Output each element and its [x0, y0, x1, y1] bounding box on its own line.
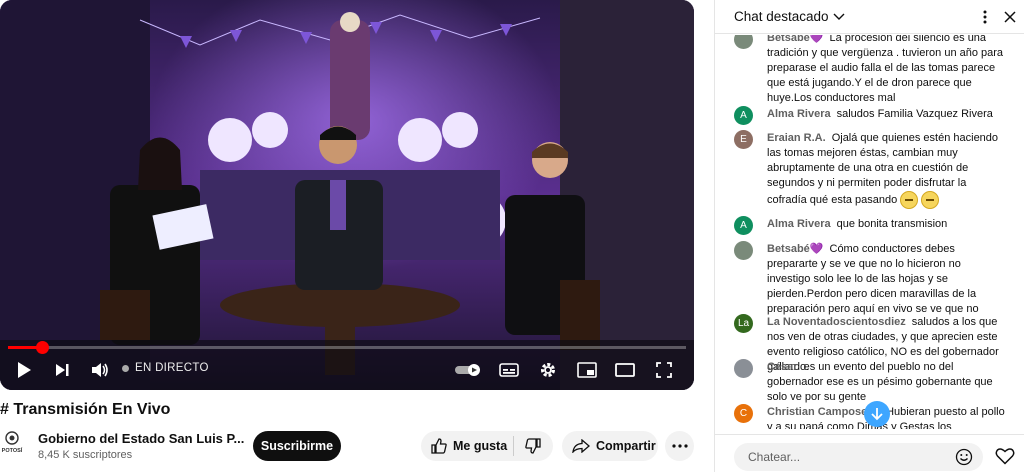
captions-icon	[499, 363, 519, 377]
youtube-live-page: EN DIRECTO # Transmisión En Vivo POTOSÍ …	[0, 0, 1024, 472]
player-controls: EN DIRECTO	[0, 341, 694, 390]
play-button[interactable]	[14, 358, 34, 382]
channel-logo: POTOSÍ	[2, 431, 23, 454]
emoji-icon[interactable]	[955, 448, 973, 466]
subscribe-button[interactable]: Suscribirme	[253, 431, 341, 461]
autoplay-toggle[interactable]	[454, 358, 482, 382]
next-button[interactable]	[52, 358, 72, 382]
more-actions-button[interactable]	[665, 431, 694, 461]
settings-button[interactable]	[538, 358, 558, 382]
chat-messages[interactable]: Betsabé💜 La procesión del silencio es una…	[715, 35, 1024, 429]
subscriber-count: 8,45 K suscriptores	[38, 449, 133, 461]
live-indicator[interactable]: EN DIRECTO	[122, 362, 209, 374]
fullscreen-icon	[656, 362, 672, 378]
thumbs-up-icon	[431, 438, 447, 454]
chat-input-placeholder: Chatear...	[748, 450, 801, 464]
avatar[interactable]	[734, 241, 753, 260]
miniplayer-button[interactable]	[577, 358, 597, 382]
chat-author[interactable]: Alma Rivera	[767, 108, 831, 120]
play-icon	[18, 362, 31, 378]
like-label: Me gusta	[453, 439, 508, 453]
live-dot	[122, 364, 129, 372]
share-icon	[572, 439, 590, 453]
chat-author[interactable]: César	[767, 361, 798, 373]
avatar[interactable]	[734, 359, 753, 378]
avatar[interactable]	[734, 35, 753, 49]
chat-author[interactable]: Betsabé💜	[767, 35, 824, 44]
chat-message-body: Betsabé💜 Cómo conductores debes preparart…	[767, 242, 1007, 317]
chat-close-button[interactable]	[1002, 7, 1018, 27]
volume-button[interactable]	[90, 358, 110, 382]
avatar[interactable]: E	[734, 130, 753, 149]
video-title: # Transmisión En Vivo	[0, 401, 171, 418]
avatar[interactable]: A	[734, 216, 753, 235]
chat-input[interactable]: Chatear...	[734, 443, 983, 471]
more-vertical-icon	[983, 10, 987, 24]
thumbs-down-icon	[525, 438, 541, 454]
live-label: EN DIRECTO	[135, 362, 209, 374]
volume-icon	[92, 363, 108, 377]
share-label: Compartir	[596, 439, 656, 453]
chat-message-body: Alma Rivera saludos Familia Vazquez River…	[767, 107, 1007, 122]
like-dislike-group: Me gusta	[421, 431, 553, 461]
svg-text:POTOSÍ: POTOSÍ	[2, 446, 23, 454]
next-icon	[56, 364, 69, 376]
video-player[interactable]: EN DIRECTO	[0, 0, 694, 390]
channel-avatar[interactable]: POTOSÍ	[0, 430, 24, 460]
arrow-down-icon	[871, 408, 883, 421]
progress-bar[interactable]	[8, 341, 686, 354]
neutral-face-emoji-icon	[921, 191, 940, 209]
video-frame	[0, 0, 694, 390]
chat-text: saludos Familia Vazquez Rivera	[836, 108, 993, 120]
channel-name[interactable]: Gobierno del Estado San Luis P...	[38, 431, 244, 446]
like-button[interactable]: Me gusta	[421, 431, 513, 461]
close-icon	[1004, 11, 1016, 23]
share-button[interactable]: Compartir	[562, 431, 658, 461]
theater-icon	[615, 363, 635, 377]
chat-message-body: César es un evento del pueblo no del gobe…	[767, 360, 1007, 405]
chat-message-body: Betsabé💜 La procesión del silencio es una…	[767, 35, 1007, 106]
fullscreen-button[interactable]	[655, 358, 673, 382]
dislike-button[interactable]	[514, 431, 552, 461]
chat-message-body: Alma Rivera que bonita transmision	[767, 217, 1007, 232]
chat-menu-button[interactable]	[977, 7, 993, 27]
chat-text: que bonita transmision	[836, 218, 948, 230]
avatar[interactable]: C	[734, 404, 753, 423]
live-chat-panel: Chat destacado Betsabé💜 La procesión del …	[714, 0, 1024, 472]
chat-author[interactable]: La Noventadoscientosdiez	[767, 316, 906, 328]
chat-text: La procesión del silencio es una tradici…	[767, 35, 1004, 104]
more-horizontal-icon	[671, 444, 688, 448]
chat-author[interactable]: Alma Rivera	[767, 218, 831, 230]
chat-message-body: Eraian R.A. Ojalá que quienes estén hacie…	[767, 131, 1007, 209]
scroll-to-bottom-button[interactable]	[864, 401, 890, 427]
avatar[interactable]: La	[734, 314, 753, 333]
neutral-face-emoji-icon	[900, 191, 919, 209]
miniplayer-icon	[577, 362, 597, 378]
chat-author[interactable]: Betsabé💜	[767, 243, 824, 255]
captions-button[interactable]	[499, 358, 519, 382]
chat-header: Chat destacado	[715, 0, 1024, 34]
gear-icon	[541, 363, 555, 377]
chat-text: es un evento del pueblo no del gobernado…	[767, 361, 993, 403]
chat-title-label: Chat destacado	[734, 9, 829, 24]
chat-author[interactable]: Eraian R.A.	[767, 132, 826, 144]
avatar[interactable]: A	[734, 106, 753, 125]
theater-button[interactable]	[615, 358, 635, 382]
chevron-down-icon	[833, 13, 845, 20]
chat-mode-dropdown[interactable]: Chat destacado	[734, 9, 845, 24]
heart-icon[interactable]	[995, 447, 1015, 465]
progress-scrubber[interactable]	[36, 341, 49, 354]
autoplay-toggle-icon	[455, 364, 480, 376]
